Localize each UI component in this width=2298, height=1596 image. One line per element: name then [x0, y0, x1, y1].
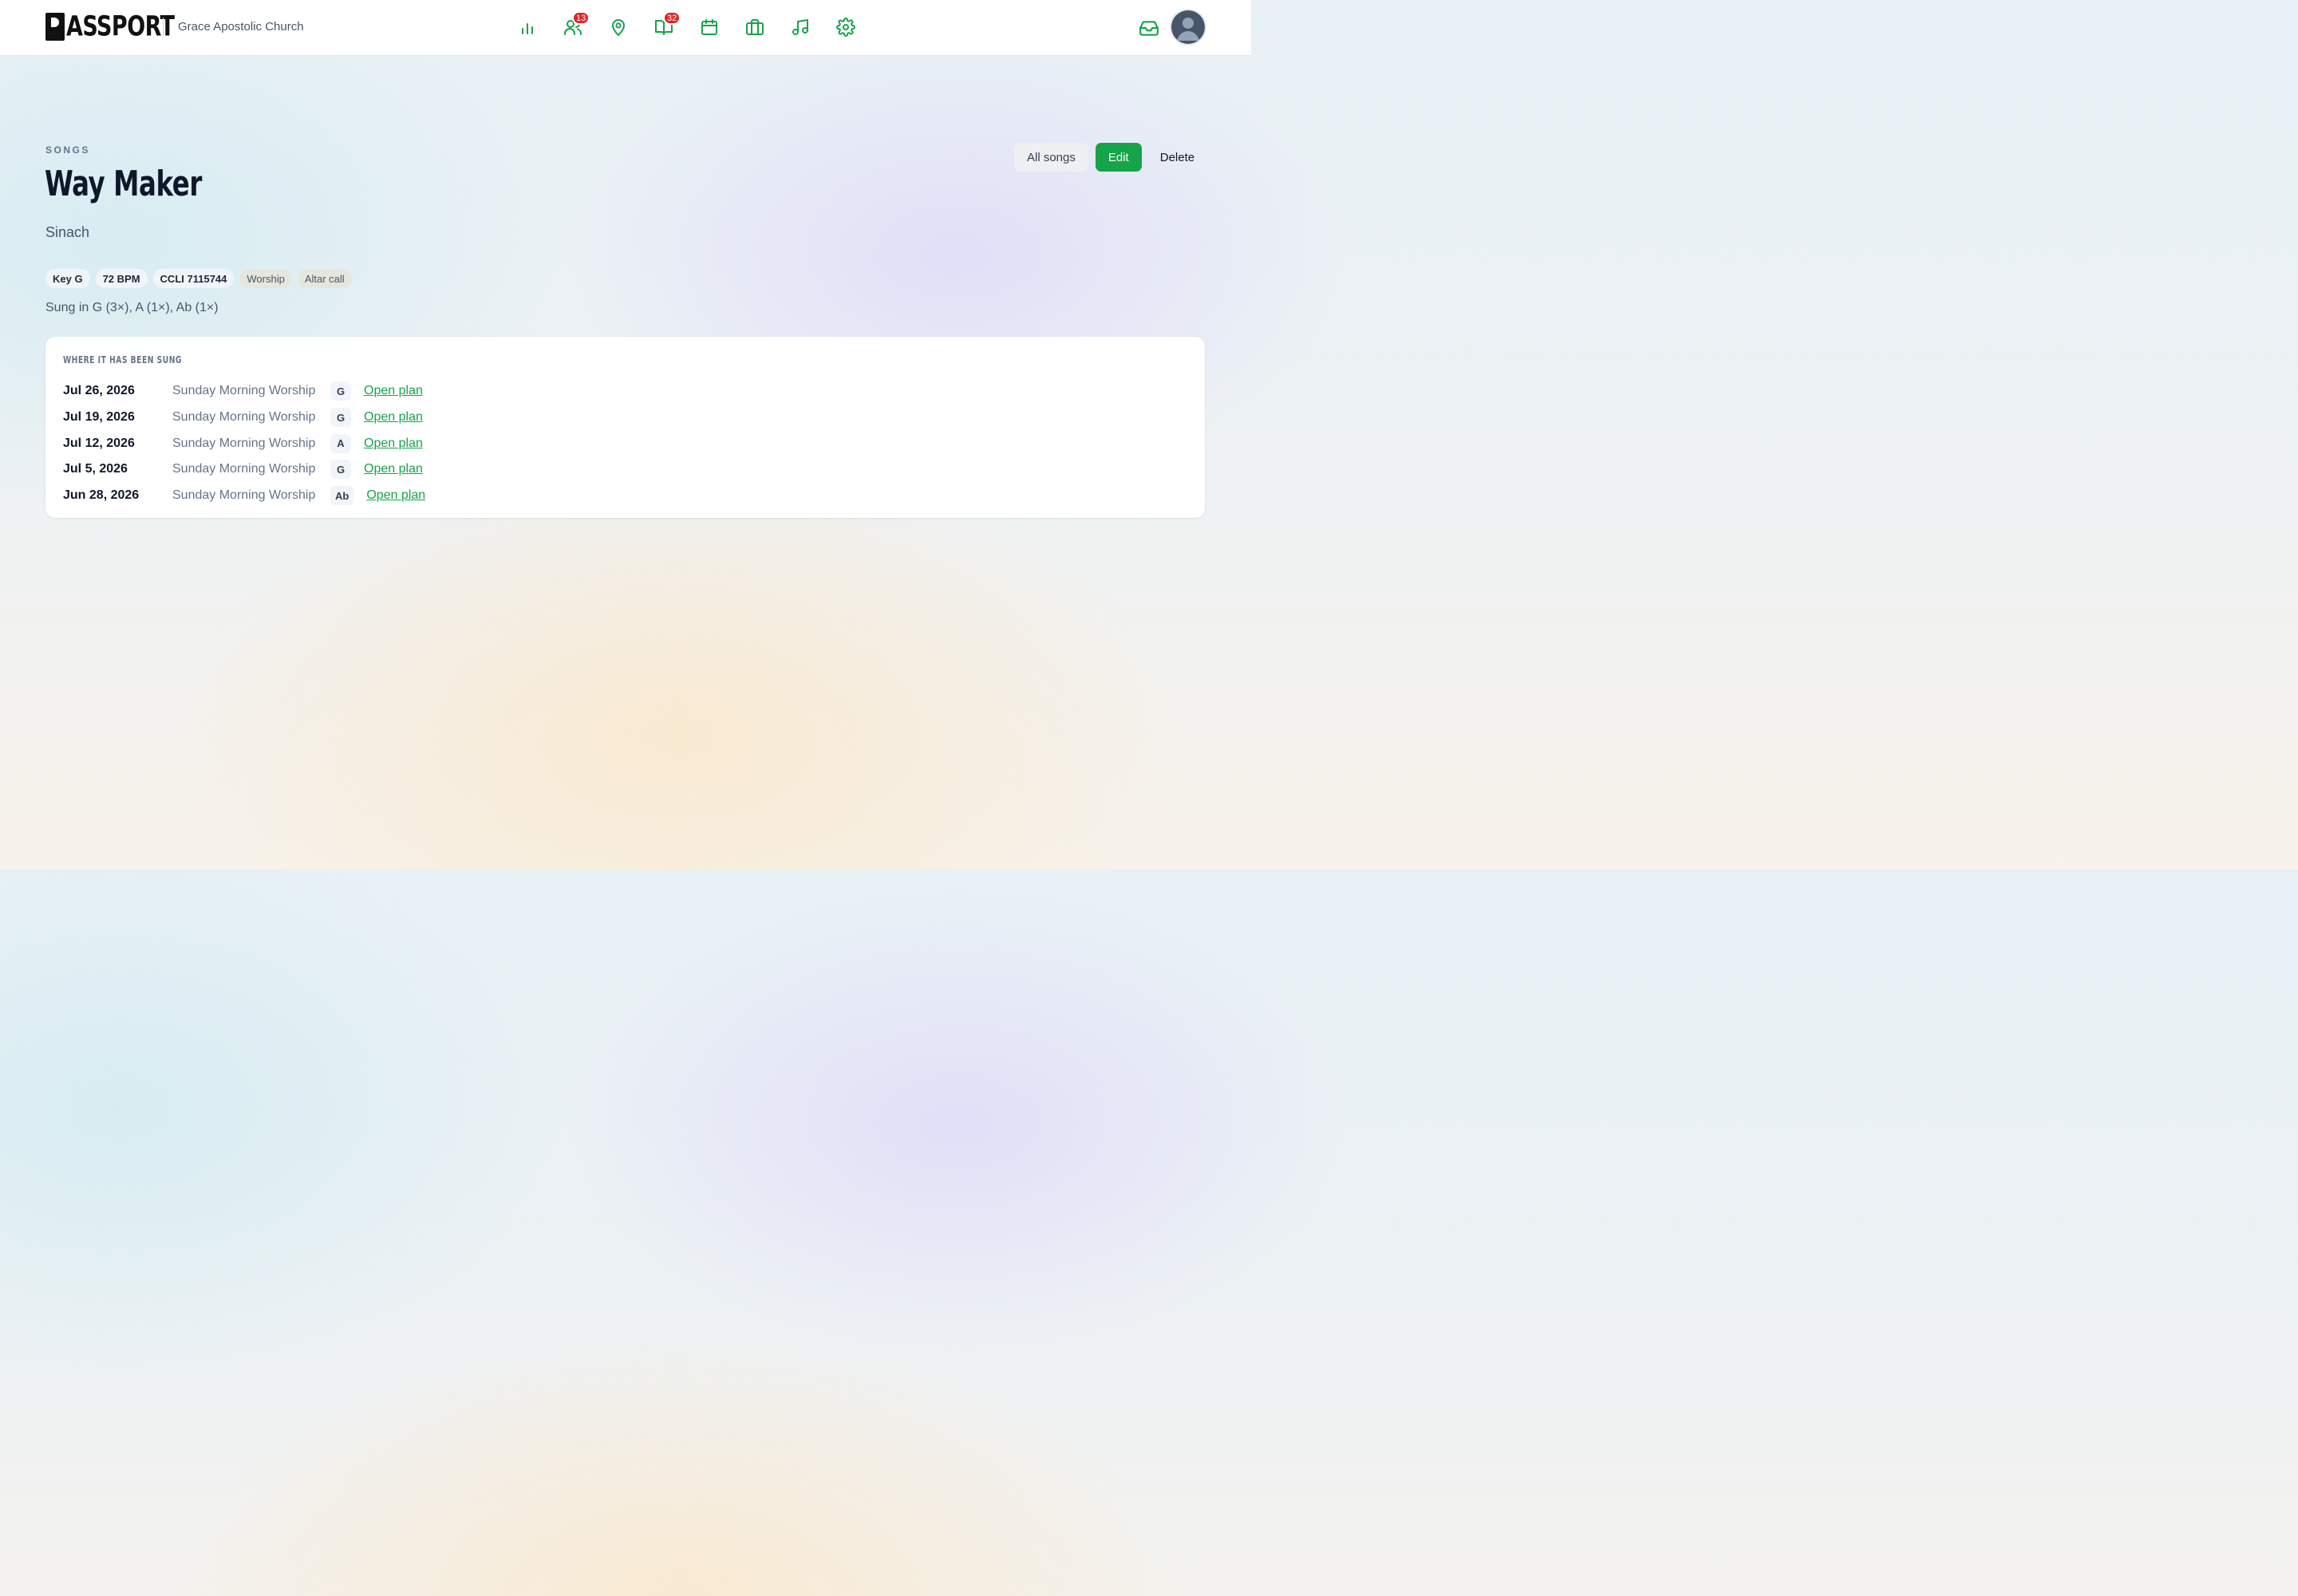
history-list: Jul 26, 2026 Sunday Morning Worship G Op… — [63, 378, 425, 508]
chip-bpm: 72 BPM — [95, 269, 148, 288]
nav-calendar[interactable] — [695, 13, 724, 41]
row-key-badge: Ab — [330, 486, 354, 506]
history-row: Jul 26, 2026 Sunday Morning Worship G Op… — [63, 378, 425, 405]
user-avatar[interactable] — [1171, 10, 1205, 44]
groups-badge: 32 — [663, 11, 681, 25]
gear-icon — [836, 18, 855, 37]
open-plan-link[interactable]: Open plan — [364, 462, 423, 476]
nav-settings[interactable] — [831, 13, 860, 41]
history-card-title: WHERE IT HAS BEEN SUNG — [63, 354, 182, 365]
org-name: Grace Apostolic Church — [178, 20, 304, 34]
page-actions: All songs Edit Delete — [1014, 143, 1205, 172]
open-plan-link[interactable]: Open plan — [364, 384, 423, 398]
row-service: Sunday Morning Worship — [172, 462, 316, 476]
row-service: Sunday Morning Worship — [172, 384, 316, 398]
nav-music[interactable] — [786, 13, 815, 41]
history-row: Jul 19, 2026 Sunday Morning Worship G Op… — [63, 405, 425, 431]
logo-text: ASSPORT — [66, 10, 175, 43]
tag-worship: Worship — [239, 269, 292, 288]
row-date: Jul 12, 2026 — [63, 436, 135, 450]
row-key-badge: A — [330, 433, 351, 453]
user-avatar-icon — [1177, 18, 1199, 41]
row-key-badge: G — [330, 408, 351, 428]
song-meta-chips: Key G 72 BPM CCLI 7115744 Worship Altar … — [45, 269, 352, 288]
nav-locations[interactable] — [604, 13, 633, 41]
history-row: Jun 28, 2026 Sunday Morning Worship Ab O… — [63, 483, 425, 509]
nav-people[interactable]: 13 — [559, 11, 590, 41]
edit-button[interactable]: Edit — [1095, 143, 1142, 172]
nav-groups[interactable]: 32 — [650, 11, 681, 41]
top-bar: ASSPORT Grace Apostolic Church 13 32 — [0, 0, 1251, 56]
map-pin-icon — [612, 19, 625, 36]
inbox-icon — [1139, 21, 1159, 36]
logo-p-mark — [45, 12, 65, 41]
music-note-icon — [792, 19, 808, 35]
tag-altar-call: Altar call — [297, 269, 352, 288]
open-plan-link[interactable]: Open plan — [366, 488, 425, 503]
row-date: Jul 5, 2026 — [63, 462, 128, 476]
row-service: Sunday Morning Worship — [172, 410, 316, 425]
inbox-button[interactable] — [1139, 18, 1159, 38]
delete-button[interactable]: Delete — [1150, 143, 1205, 172]
sung-in-summary: Sung in G (3×), A (1×), Ab (1×) — [45, 301, 219, 314]
open-plan-link[interactable]: Open plan — [364, 437, 423, 451]
calendar-icon — [701, 19, 717, 35]
passport-logo[interactable]: ASSPORT — [45, 10, 175, 43]
brand-divider — [163, 18, 164, 37]
section-eyebrow: SONGS — [45, 144, 90, 156]
chip-ccli: CCLI 7115744 — [152, 269, 235, 288]
page-title: Way Maker — [45, 164, 202, 204]
people-badge: 13 — [572, 11, 590, 25]
all-songs-button[interactable]: All songs — [1014, 143, 1088, 172]
history-row: Jul 12, 2026 Sunday Morning Worship A Op… — [63, 430, 425, 456]
nav-dashboard[interactable] — [513, 13, 542, 41]
row-date: Jul 19, 2026 — [63, 410, 135, 425]
row-service: Sunday Morning Worship — [172, 488, 316, 503]
chip-key: Key G — [45, 269, 90, 288]
row-key-badge: G — [330, 381, 351, 401]
nav-volunteers[interactable] — [740, 13, 769, 41]
row-date: Jun 28, 2026 — [63, 488, 140, 503]
song-artist: Sinach — [45, 224, 90, 240]
open-plan-link[interactable]: Open plan — [364, 410, 423, 425]
row-date: Jul 26, 2026 — [63, 384, 135, 398]
row-key-badge: G — [330, 460, 351, 480]
main-nav: 13 32 — [513, 11, 860, 41]
bar-chart-icon — [522, 23, 533, 34]
row-service: Sunday Morning Worship — [172, 436, 316, 450]
history-card: WHERE IT HAS BEEN SUNG Jul 26, 2026 Sund… — [45, 337, 1205, 518]
briefcase-icon — [746, 19, 764, 35]
history-row: Jul 5, 2026 Sunday Morning Worship G Ope… — [63, 456, 425, 483]
